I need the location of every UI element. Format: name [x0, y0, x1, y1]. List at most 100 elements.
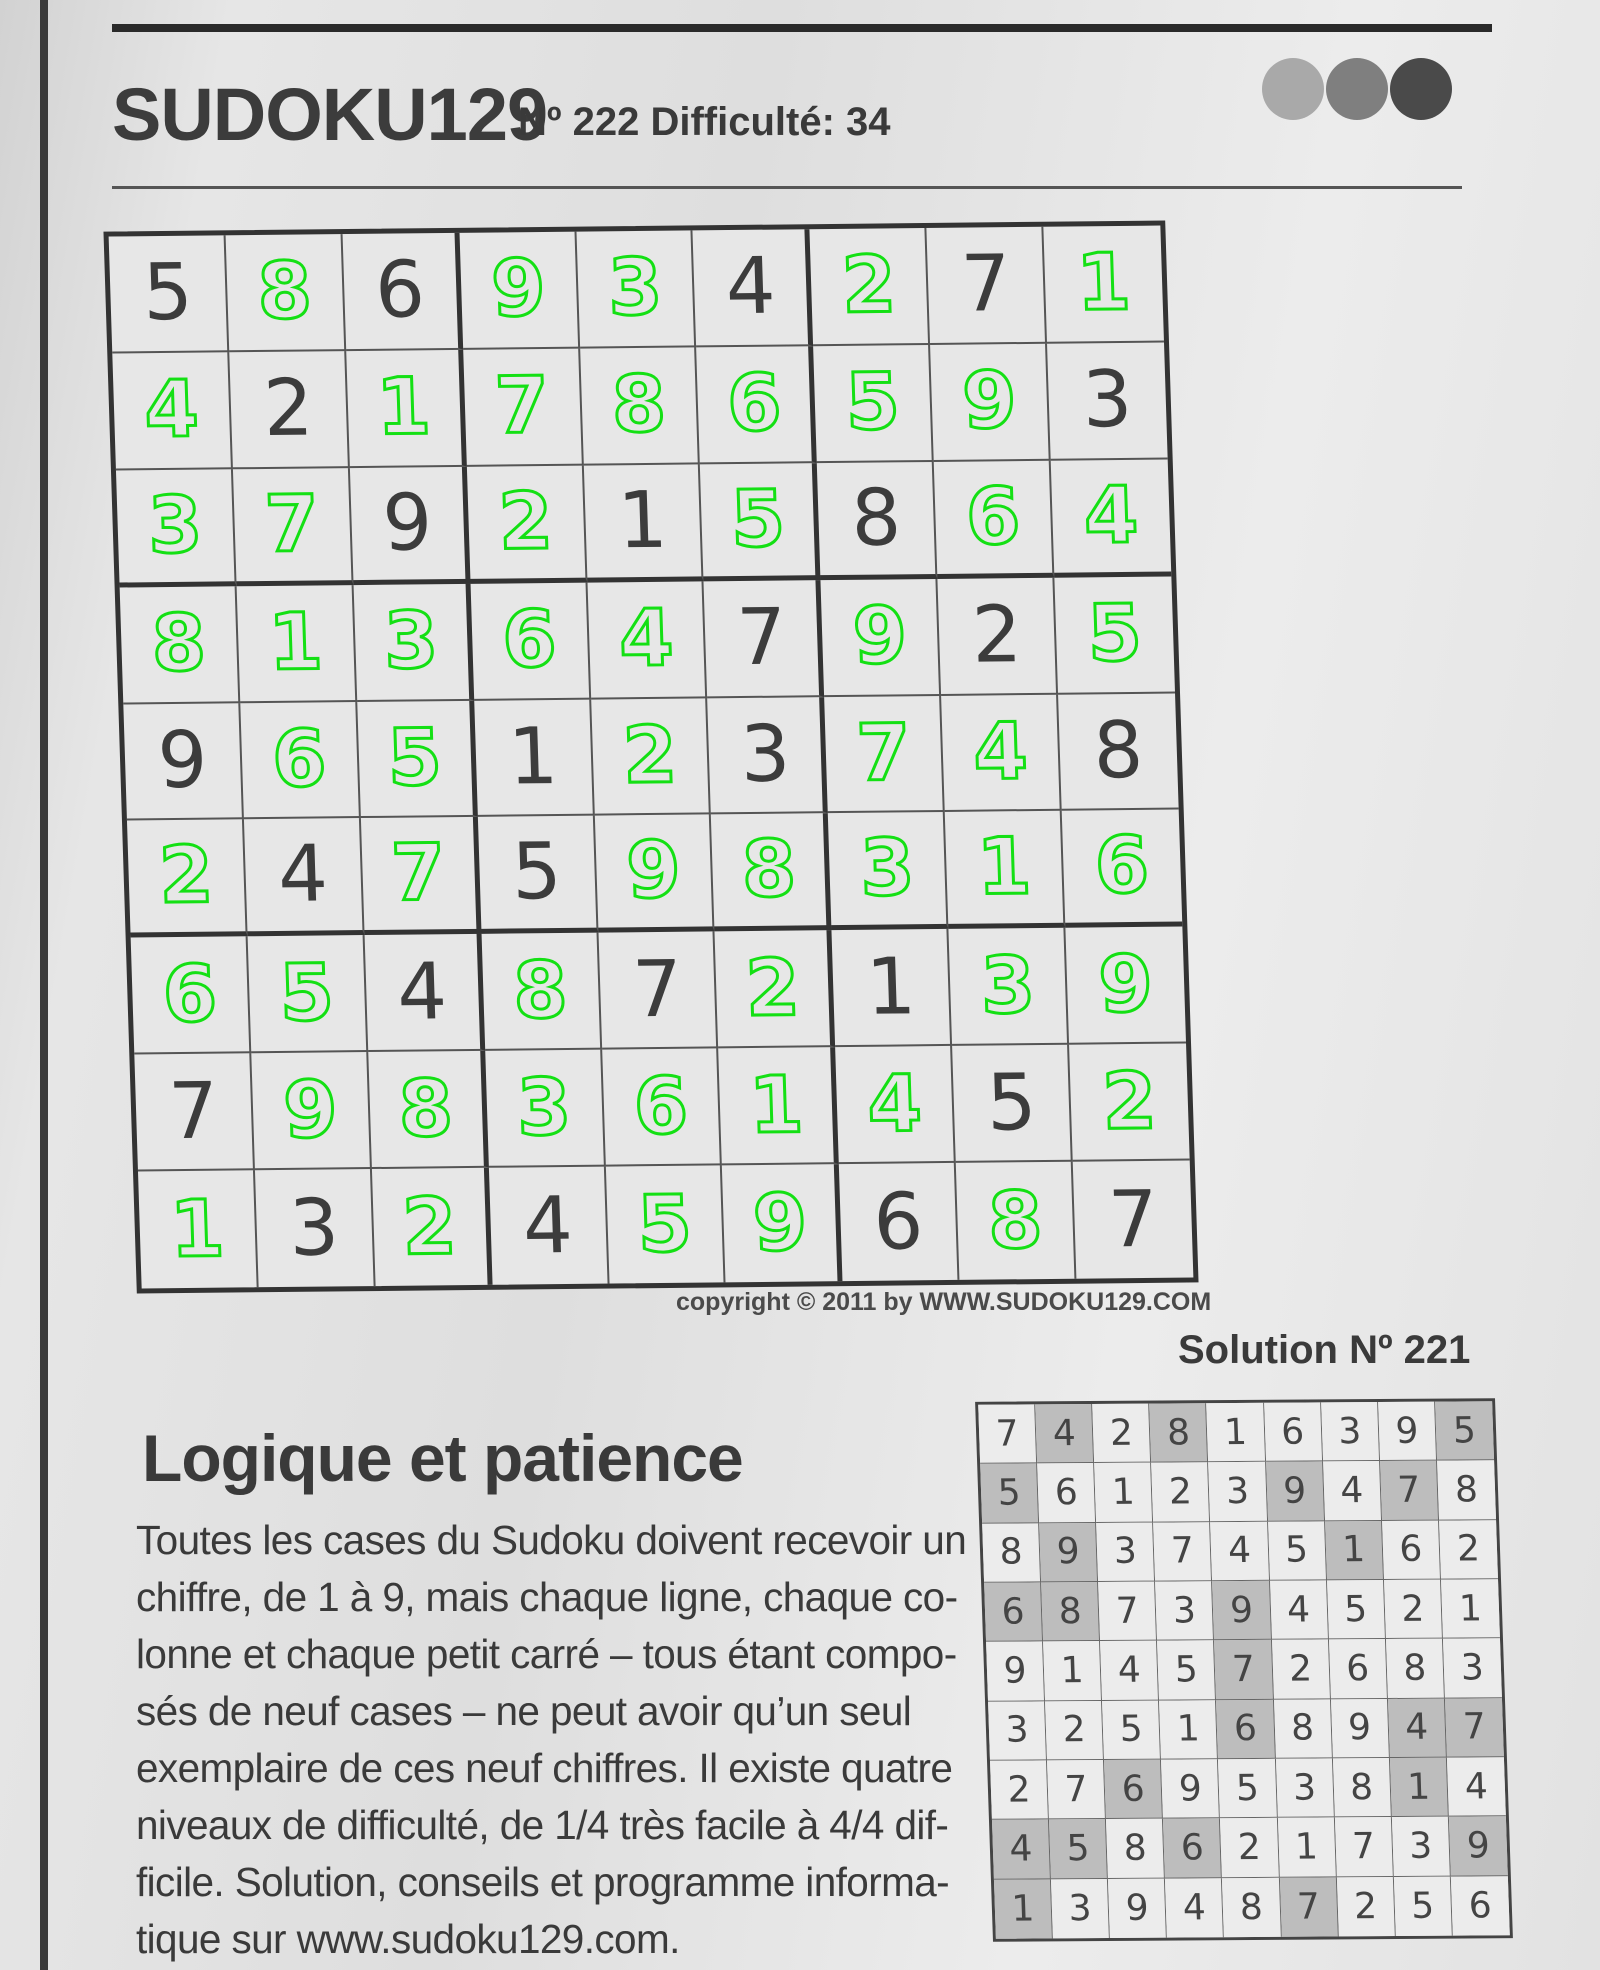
filled-cell[interactable]: 5	[700, 462, 821, 582]
filled-cell[interactable]: 9	[930, 343, 1051, 462]
filled-cell[interactable]: 2	[590, 697, 712, 817]
filled-cell[interactable]: 4	[112, 352, 233, 471]
filled-cell[interactable]: 8	[579, 347, 701, 466]
given-cell[interactable]: 5	[952, 1044, 1073, 1164]
filled-cell[interactable]: 9	[820, 578, 942, 697]
filled-cell[interactable]: 4	[1050, 459, 1172, 578]
solution-cell: 4	[1035, 1404, 1095, 1464]
filled-cell[interactable]: 9	[722, 1164, 843, 1283]
filled-cell[interactable]: 9	[1065, 926, 1187, 1045]
given-cell[interactable]: 8	[817, 461, 938, 580]
filled-cell[interactable]: 6	[933, 460, 1055, 579]
given-cell[interactable]: 2	[937, 577, 1059, 696]
given-cell[interactable]: 9	[349, 466, 471, 585]
given-cell[interactable]: 3	[1047, 342, 1168, 461]
solution-cell: 7	[1098, 1581, 1158, 1642]
filled-cell[interactable]: 2	[714, 930, 836, 1049]
solution-cell: 8	[1106, 1818, 1166, 1879]
filled-cell[interactable]: 6	[601, 1048, 723, 1167]
solution-cell: 5	[1267, 1521, 1327, 1581]
given-cell[interactable]: 1	[473, 699, 595, 818]
filled-cell[interactable]: 3	[115, 469, 237, 588]
filled-cell[interactable]: 5	[605, 1165, 726, 1284]
solution-cell: 4	[1387, 1698, 1447, 1758]
difficulty-dot	[1326, 58, 1388, 120]
filled-cell[interactable]: 2	[1069, 1043, 1190, 1162]
filled-cell[interactable]: 9	[594, 814, 715, 933]
given-cell[interactable]: 9	[123, 702, 244, 821]
filled-cell[interactable]: 8	[368, 1051, 489, 1170]
solution-cell: 6	[1450, 1875, 1510, 1936]
given-cell[interactable]: 5	[477, 816, 599, 935]
given-cell[interactable]: 4	[243, 818, 365, 937]
given-cell[interactable]: 2	[229, 350, 350, 470]
given-cell[interactable]: 3	[707, 696, 829, 815]
filled-cell[interactable]: 6	[1061, 809, 1183, 929]
filled-cell[interactable]: 4	[835, 1046, 956, 1165]
filled-cell[interactable]: 3	[353, 583, 474, 702]
filled-cell[interactable]: 4	[941, 694, 1062, 813]
filled-cell[interactable]: 8	[481, 932, 602, 1052]
filled-cell[interactable]: 5	[813, 344, 934, 463]
given-cell[interactable]: 7	[703, 579, 825, 698]
solution-cell: 5	[1102, 1700, 1162, 1760]
filled-cell[interactable]: 1	[944, 811, 1066, 930]
given-cell[interactable]: 7	[598, 931, 719, 1050]
filled-cell[interactable]: 5	[247, 935, 369, 1054]
given-cell[interactable]: 7	[1073, 1161, 1194, 1279]
filled-cell[interactable]: 6	[696, 346, 818, 465]
solution-cell: 9	[1448, 1816, 1508, 1877]
sudoku129-logo: SUDOKU129	[112, 73, 548, 156]
filled-cell[interactable]: 3	[576, 230, 697, 349]
solution-cell: 2	[1336, 1876, 1396, 1937]
filled-cell[interactable]: 2	[466, 465, 588, 584]
filled-cell[interactable]: 8	[955, 1161, 1077, 1280]
article-line: sés de neuf cases – ne peut avoir qu’un …	[136, 1688, 912, 1734]
solution-cell: 9	[1108, 1878, 1168, 1938]
given-cell[interactable]: 4	[488, 1166, 610, 1285]
solution-cell: 6	[984, 1582, 1044, 1643]
filled-cell[interactable]: 6	[240, 701, 361, 820]
given-cell[interactable]: 6	[342, 232, 463, 351]
filled-cell[interactable]: 5	[1054, 576, 1176, 695]
filled-cell[interactable]: 4	[587, 581, 708, 700]
given-cell[interactable]: 3	[254, 1169, 376, 1288]
given-cell[interactable]: 8	[1058, 693, 1179, 812]
filled-cell[interactable]: 3	[484, 1049, 606, 1168]
filled-cell[interactable]: 6	[130, 936, 252, 1055]
filled-cell[interactable]: 6	[470, 582, 591, 701]
given-cell[interactable]: 6	[839, 1163, 960, 1282]
filled-cell[interactable]: 1	[137, 1170, 259, 1289]
filled-cell[interactable]: 5	[357, 700, 478, 819]
filled-cell[interactable]: 1	[718, 1047, 840, 1166]
filled-cell[interactable]: 9	[459, 231, 580, 350]
given-cell[interactable]: 1	[831, 929, 953, 1048]
filled-cell[interactable]: 1	[236, 584, 358, 703]
filled-cell[interactable]: 7	[462, 348, 584, 467]
solution-cell: 7	[1334, 1817, 1394, 1878]
filled-cell[interactable]: 9	[251, 1052, 372, 1171]
filled-cell[interactable]: 1	[1043, 225, 1164, 344]
given-cell[interactable]: 1	[583, 464, 704, 583]
filled-cell[interactable]: 2	[371, 1167, 493, 1287]
filled-cell[interactable]: 8	[711, 813, 832, 932]
filled-cell[interactable]: 3	[828, 812, 949, 931]
filled-cell[interactable]: 2	[809, 227, 931, 347]
given-cell[interactable]: 4	[692, 229, 814, 348]
solution-grid-wrap: 7428163955612394788937451626873945219145…	[975, 1398, 1513, 1942]
given-cell[interactable]: 7	[926, 226, 1048, 345]
filled-cell[interactable]: 8	[225, 234, 346, 353]
solution-cell: 7	[1153, 1521, 1213, 1582]
filled-cell[interactable]: 7	[824, 695, 945, 814]
filled-cell[interactable]: 3	[948, 928, 1070, 1047]
given-cell[interactable]: 5	[108, 235, 230, 354]
filled-cell[interactable]: 7	[360, 817, 482, 936]
filled-cell[interactable]: 1	[345, 349, 467, 468]
filled-cell[interactable]: 2	[126, 819, 248, 938]
filled-cell[interactable]: 7	[232, 467, 354, 586]
article-line: niveaux de difficulté, de 1/4 très facil…	[136, 1802, 949, 1848]
filled-cell[interactable]: 8	[119, 585, 241, 705]
solution-cell: 7	[1279, 1877, 1339, 1937]
given-cell[interactable]: 7	[134, 1053, 255, 1172]
given-cell[interactable]: 4	[364, 934, 485, 1053]
